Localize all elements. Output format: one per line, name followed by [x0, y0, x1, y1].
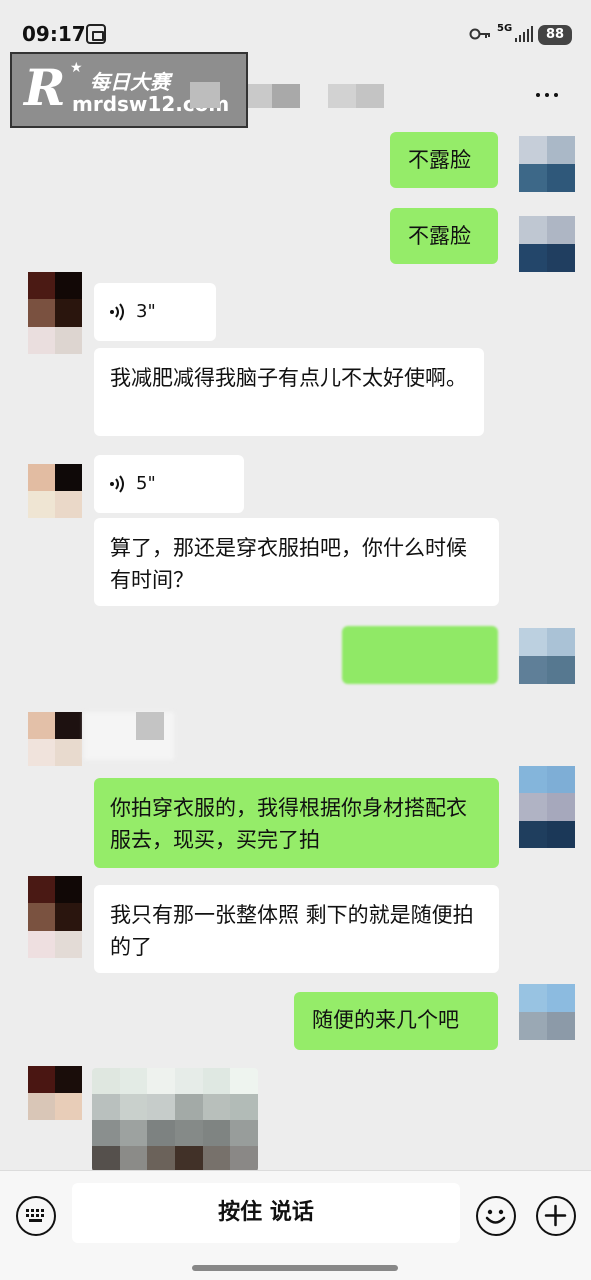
voice-duration: 3" — [136, 301, 156, 322]
avatar[interactable] — [519, 216, 575, 272]
avatar[interactable] — [519, 628, 575, 684]
plus-icon[interactable] — [536, 1196, 576, 1236]
message-bubble-in[interactable]: 算了，那还是穿衣服拍吧，你什么时候有时间？ — [94, 518, 499, 606]
message-bubble-out-blurred[interactable] — [342, 626, 498, 684]
status-time: 09:17 — [22, 22, 86, 46]
watermark-name: 每日大赛 — [90, 70, 170, 94]
home-indicator[interactable] — [192, 1265, 398, 1271]
avatar[interactable] — [28, 1066, 82, 1120]
voice-message[interactable]: 3" — [94, 283, 216, 341]
message-bubble-out[interactable]: 随便的来几个吧 — [294, 992, 498, 1050]
avatar[interactable] — [28, 464, 82, 518]
emoji-icon[interactable] — [476, 1196, 516, 1236]
avatar[interactable] — [519, 984, 575, 1040]
blurred-content — [136, 712, 164, 740]
avatar[interactable] — [28, 272, 82, 354]
message-bubble-in[interactable]: 我只有那一张整体照 剩下的就是随便拍的了 — [94, 885, 499, 973]
signal-icon — [515, 26, 533, 42]
more-button[interactable] — [536, 88, 566, 102]
key-icon — [469, 28, 490, 40]
battery-icon: 88 — [538, 25, 572, 45]
keyboard-icon[interactable] — [16, 1196, 56, 1236]
voice-duration: 5" — [136, 473, 156, 494]
input-bar: 按住 说话 — [0, 1170, 591, 1280]
avatar[interactable] — [28, 712, 82, 766]
voice-message[interactable]: 5" — [94, 455, 244, 513]
avatar[interactable] — [519, 136, 575, 192]
avatar[interactable] — [28, 876, 82, 958]
screen-record-icon — [86, 24, 106, 44]
hold-to-talk-button[interactable]: 按住 说话 — [72, 1183, 460, 1243]
voice-icon — [110, 475, 124, 493]
star-icon: ★ — [70, 60, 83, 76]
message-bubble-in[interactable]: 我减肥减得我脑子有点儿不太好使啊。 — [94, 348, 484, 436]
message-bubble-out[interactable]: 不露脸 — [390, 132, 498, 188]
voice-icon — [110, 303, 124, 321]
avatar[interactable] — [519, 766, 575, 848]
watermark-letter: R — [24, 58, 66, 117]
chat-title-blurred — [190, 80, 384, 110]
message-bubble-out[interactable]: 你拍穿衣服的，我得根据你身材搭配衣服去，现买，买完了拍 — [94, 778, 499, 868]
network-type: 5G — [497, 23, 513, 34]
message-bubble-out[interactable]: 不露脸 — [390, 208, 498, 264]
image-message-blurred[interactable] — [92, 1068, 258, 1172]
